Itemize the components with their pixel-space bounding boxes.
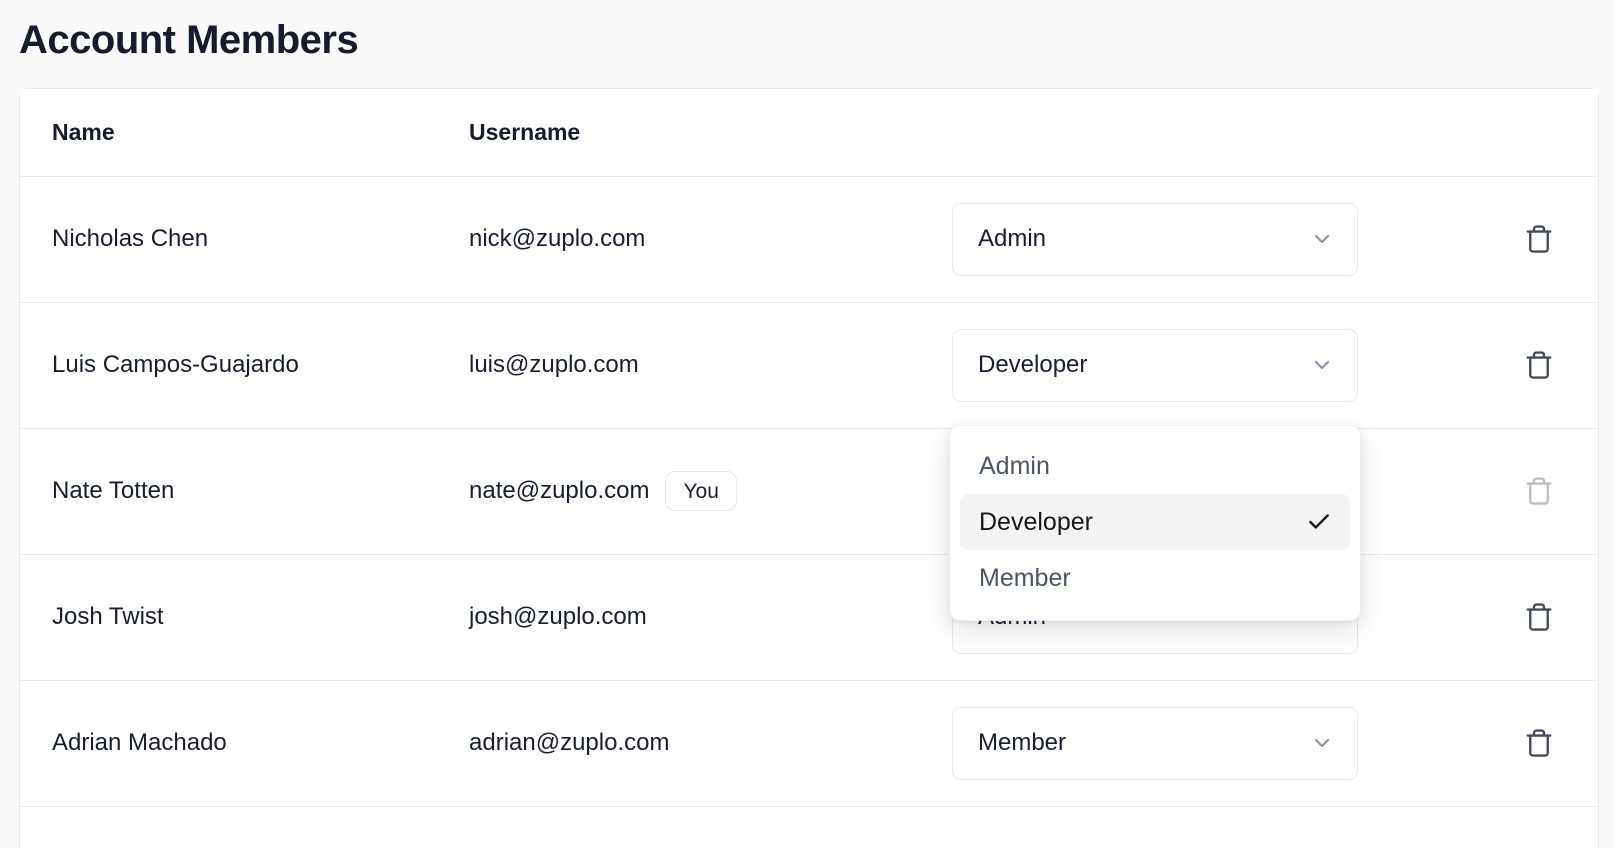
dropdown-option-developer[interactable]: Developer (960, 494, 1350, 550)
member-role-cell: Admin (889, 176, 1428, 302)
member-role-cell: Member (889, 680, 1428, 806)
members-table-card: Name Username Nicholas Chen nick@zuplo.c… (19, 88, 1599, 848)
role-select[interactable]: Admin (952, 203, 1358, 276)
member-actions-cell (1428, 680, 1598, 806)
dropdown-option-label: Member (979, 564, 1071, 593)
member-actions-cell (1428, 806, 1598, 848)
member-username: nick@zuplo.com (469, 225, 645, 253)
trash-icon (1524, 476, 1554, 506)
member-username: luis@zuplo.com (469, 351, 639, 379)
table-row: Josh Twist josh@zuplo.com Admin (20, 554, 1598, 680)
column-header-actions (1428, 89, 1598, 176)
member-username: nate@zuplo.com (469, 477, 649, 505)
member-actions-cell (1428, 554, 1598, 680)
page-title: Account Members (19, 14, 358, 66)
table-row (20, 806, 1598, 848)
members-table: Name Username Nicholas Chen nick@zuplo.c… (20, 89, 1598, 848)
check-icon (1306, 509, 1332, 535)
table-row: Nate Totten nate@zuplo.com You (20, 428, 1598, 554)
dropdown-option-member[interactable]: Member (960, 550, 1350, 606)
delete-member-button[interactable] (1517, 217, 1561, 261)
delete-member-button[interactable] (1517, 343, 1561, 387)
member-actions-cell (1428, 176, 1598, 302)
table-row: Adrian Machado adrian@zuplo.com Member (20, 680, 1598, 806)
table-body: Nicholas Chen nick@zuplo.com Admin (20, 176, 1598, 848)
delete-member-button[interactable] (1517, 721, 1561, 765)
member-role-cell: Developer (889, 302, 1428, 428)
dropdown-option-label: Developer (979, 508, 1093, 537)
table-header: Name Username (20, 89, 1598, 176)
account-members-page: Account Members Name Username N (0, 0, 1614, 848)
role-select-open[interactable]: Developer (952, 329, 1358, 402)
table-row: Luis Campos-Guajardo luis@zuplo.com Deve… (20, 302, 1598, 428)
member-username-cell: adrian@zuplo.com (437, 680, 889, 806)
trash-icon (1524, 350, 1554, 380)
member-username: adrian@zuplo.com (469, 729, 669, 757)
role-select-value: Admin (978, 225, 1046, 253)
column-header-name: Name (20, 89, 437, 176)
member-name: Nate Totten (20, 428, 437, 554)
delete-member-button[interactable] (1517, 595, 1561, 639)
member-username-cell: josh@zuplo.com (437, 554, 889, 680)
column-header-username: Username (437, 89, 889, 176)
role-select-value: Developer (978, 351, 1087, 379)
role-dropdown-menu[interactable]: Admin Developer Member (949, 425, 1361, 621)
member-name (20, 806, 437, 848)
member-username-cell: nick@zuplo.com (437, 176, 889, 302)
role-select-value: Member (978, 729, 1066, 757)
member-username: josh@zuplo.com (469, 603, 647, 631)
member-name: Adrian Machado (20, 680, 437, 806)
member-name: Luis Campos-Guajardo (20, 302, 437, 428)
role-select[interactable]: Member (952, 707, 1358, 780)
member-username-cell: luis@zuplo.com (437, 302, 889, 428)
trash-icon (1524, 602, 1554, 632)
member-username-cell: nate@zuplo.com You (437, 428, 889, 554)
member-name: Josh Twist (20, 554, 437, 680)
member-actions-cell (1428, 302, 1598, 428)
member-actions-cell (1428, 428, 1598, 554)
trash-icon (1524, 728, 1554, 758)
chevron-down-icon (1310, 731, 1334, 755)
dropdown-option-label: Admin (979, 452, 1050, 481)
table-header-row: Name Username (20, 89, 1598, 176)
column-header-role (889, 89, 1428, 176)
member-role-cell (889, 806, 1428, 848)
member-name: Nicholas Chen (20, 176, 437, 302)
delete-member-button-disabled (1517, 469, 1561, 513)
member-username-cell (437, 806, 889, 848)
chevron-down-icon (1310, 227, 1334, 251)
chevron-down-icon (1310, 353, 1334, 377)
status-badge-you: You (665, 471, 736, 511)
trash-icon (1524, 224, 1554, 254)
dropdown-option-admin[interactable]: Admin (960, 438, 1350, 494)
table-row: Nicholas Chen nick@zuplo.com Admin (20, 176, 1598, 302)
